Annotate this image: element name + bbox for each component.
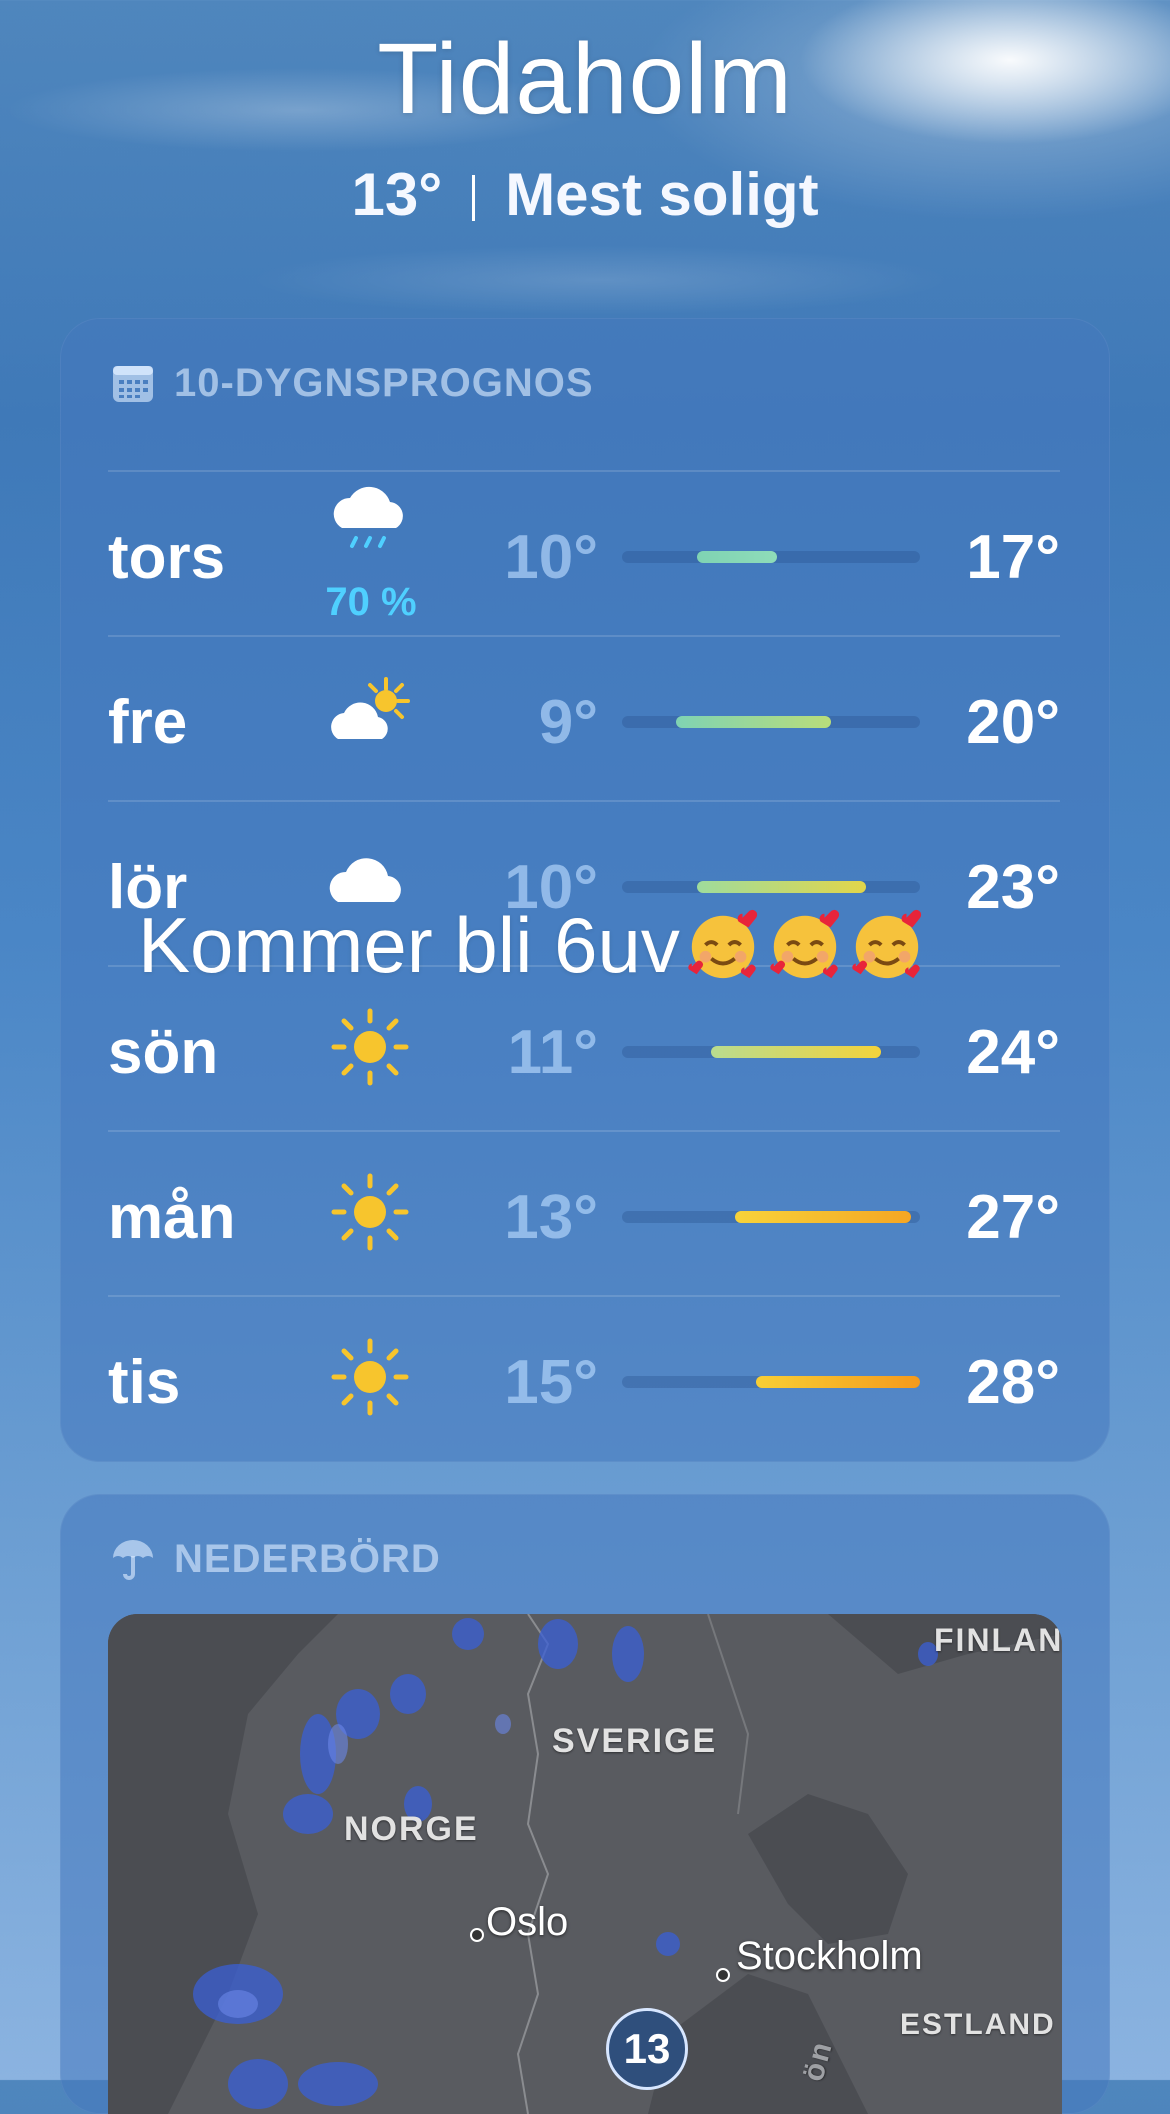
temperature-range-track bbox=[622, 881, 920, 893]
map-label-estland: ESTLAND bbox=[900, 2008, 1056, 2041]
map-label-norge: NORGE bbox=[344, 1810, 479, 1848]
map-label-finland: FINLAN bbox=[934, 1622, 1062, 1658]
low-temperature: 9° bbox=[538, 688, 598, 757]
temperature-range-track bbox=[622, 551, 920, 563]
forecast-day-label: tors bbox=[108, 523, 226, 592]
temperature-range-bar bbox=[756, 1376, 920, 1388]
temperature-range-track bbox=[622, 1376, 920, 1388]
temperature-range-track bbox=[622, 716, 920, 728]
forecast-card[interactable]: 10-DYGNSPROGNOS tors 70 % 10° 17° fre 9° 20° lö… bbox=[60, 318, 1110, 1462]
sun-icon bbox=[320, 997, 420, 1097]
city-name: Tidaholm bbox=[377, 23, 793, 135]
precipitation-map[interactable]: SVERIGE NORGE FINLAN ESTLAND ön Oslo Sto… bbox=[108, 1614, 1062, 2114]
temperature-range-bar bbox=[675, 716, 831, 728]
forecast-row[interactable]: tis 15° 28° bbox=[108, 1295, 1060, 1462]
precipitation-header-label: NEDERBÖRD bbox=[174, 1536, 441, 1581]
smiling-face-with-hearts-icon bbox=[688, 909, 757, 979]
high-temperature: 20° bbox=[966, 688, 1060, 757]
temperature-range-bar bbox=[711, 1046, 882, 1058]
precipitation-header: NEDERBÖRD bbox=[110, 1532, 441, 1586]
map-label-sverige: SVERIGE bbox=[552, 1722, 718, 1760]
low-temperature: 11° bbox=[507, 1018, 598, 1087]
smiling-face-with-hearts-icon bbox=[852, 909, 921, 979]
forecast-day-label: fre bbox=[108, 688, 188, 757]
forecast-row[interactable]: tors 70 % 10° 17° bbox=[108, 470, 1060, 637]
calendar-icon bbox=[113, 366, 153, 402]
separator bbox=[472, 175, 476, 221]
forecast-row[interactable]: fre 9° 20° bbox=[108, 635, 1060, 802]
cloud-rain-icon bbox=[320, 476, 420, 576]
high-temperature: 27° bbox=[966, 1183, 1060, 1252]
current-condition: Mest soligt bbox=[505, 161, 819, 228]
overlay-caption: Kommer bli 6uv bbox=[138, 901, 680, 989]
precipitation-card[interactable]: NEDERBÖRD SVERIGE NORGE FINLAN ESTLAND ö… bbox=[60, 1494, 1110, 2114]
high-temperature: 17° bbox=[966, 523, 1060, 592]
cloud-sun-icon bbox=[320, 667, 420, 767]
forecast-header-label: 10-DYGNSPROGNOS bbox=[174, 360, 594, 405]
low-temperature: 10° bbox=[504, 523, 598, 592]
precipitation-chance: 70 % bbox=[325, 580, 417, 624]
temperature-range-track bbox=[622, 1211, 920, 1223]
map-city-stockholm: Stockholm bbox=[736, 1934, 923, 1978]
forecast-day-label: tis bbox=[108, 1348, 181, 1417]
story-overlay-text: Kommer bli 6uv bbox=[138, 900, 926, 991]
map-city-oslo: Oslo bbox=[486, 1900, 569, 1944]
low-temperature: 13° bbox=[504, 1183, 598, 1252]
sun-icon bbox=[320, 1162, 420, 1262]
low-temperature: 15° bbox=[504, 1348, 598, 1417]
temperature-range-track bbox=[622, 1046, 920, 1058]
current-conditions: 13° Mest soligt bbox=[0, 160, 1170, 229]
temperature-range-bar bbox=[735, 1211, 912, 1223]
sun-icon bbox=[320, 1327, 420, 1427]
forecast-day-label: sön bbox=[108, 1018, 219, 1087]
forecast-header: 10-DYGNSPROGNOS bbox=[110, 356, 594, 410]
forecast-row[interactable]: mån 13° 27° bbox=[108, 1130, 1060, 1297]
high-temperature: 23° bbox=[966, 853, 1060, 922]
umbrella-icon bbox=[113, 1540, 153, 1580]
location-temperature-marker[interactable]: 13 bbox=[606, 2008, 688, 2090]
map-city-dot-stockholm bbox=[716, 1968, 730, 1982]
temperature-range-bar bbox=[696, 881, 867, 893]
high-temperature: 24° bbox=[966, 1018, 1060, 1087]
map-city-dot-oslo bbox=[470, 1928, 484, 1942]
current-temperature: 13° bbox=[351, 161, 443, 228]
high-temperature: 28° bbox=[966, 1348, 1060, 1417]
forecast-day-label: mån bbox=[108, 1183, 236, 1252]
temperature-range-bar bbox=[696, 551, 777, 563]
smiling-face-with-hearts-icon bbox=[770, 909, 839, 979]
